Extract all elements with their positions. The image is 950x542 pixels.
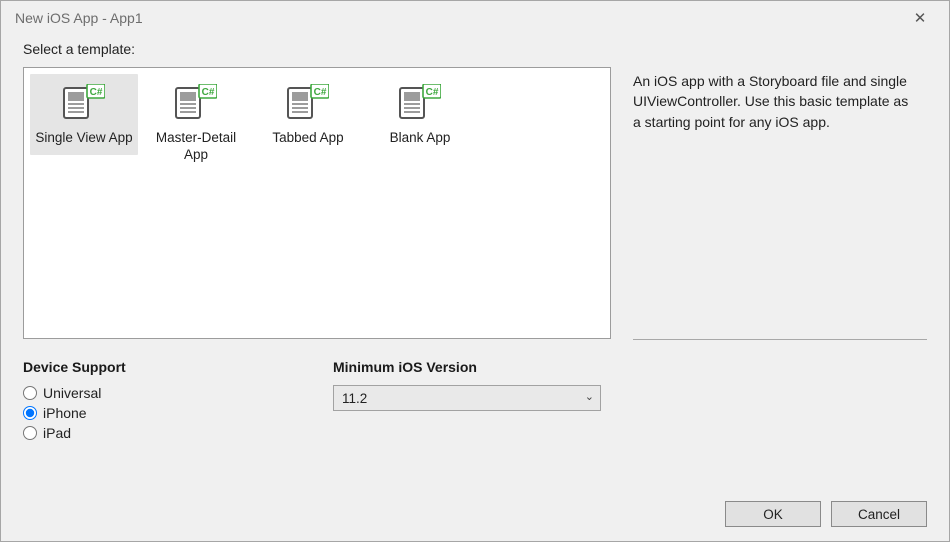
- template-csharp-icon: C#: [399, 84, 441, 120]
- template-csharp-icon: C#: [368, 80, 472, 124]
- device-radio[interactable]: [23, 426, 37, 440]
- template-description: An iOS app with a Storyboard file and si…: [633, 73, 908, 130]
- template-csharp-icon: C#: [175, 84, 217, 120]
- device-option-label: iPad: [43, 425, 71, 441]
- svg-text:C#: C#: [426, 87, 439, 98]
- template-csharp-icon: C#: [144, 80, 248, 124]
- template-csharp-icon: C#: [256, 80, 360, 124]
- svg-text:C#: C#: [202, 87, 215, 98]
- device-option[interactable]: iPad: [23, 425, 333, 441]
- template-item-label: Single View App: [32, 130, 136, 147]
- template-item-label: Master-Detail App: [144, 130, 248, 164]
- device-option-label: iPhone: [43, 405, 87, 421]
- template-description-pane: An iOS app with a Storyboard file and si…: [611, 67, 927, 339]
- device-option-label: Universal: [43, 385, 101, 401]
- device-support-group: Device Support Universal iPhone iPad: [23, 359, 333, 445]
- dialog-window: New iOS App - App1 ✕ Select a template: …: [0, 0, 950, 542]
- ok-button[interactable]: OK: [725, 501, 821, 527]
- min-ios-title: Minimum iOS Version: [333, 359, 927, 375]
- template-item[interactable]: C# Blank App: [366, 74, 474, 155]
- template-item-label: Tabbed App: [256, 130, 360, 147]
- min-ios-group: Minimum iOS Version 11.2 ⌄: [333, 359, 927, 445]
- device-option[interactable]: iPhone: [23, 405, 333, 421]
- device-support-title: Device Support: [23, 359, 333, 375]
- min-ios-dropdown[interactable]: 11.2 ⌄: [333, 385, 601, 411]
- separator: [633, 339, 927, 340]
- close-button[interactable]: ✕: [903, 9, 937, 27]
- template-item[interactable]: C# Single View App: [30, 74, 138, 155]
- device-radio[interactable]: [23, 406, 37, 420]
- options-row: Device Support Universal iPhone iPad Minim…: [23, 359, 927, 445]
- template-list: C# Single View App C# Master-Detail App …: [23, 67, 611, 339]
- template-csharp-icon: C#: [63, 84, 105, 120]
- template-csharp-icon: C#: [287, 84, 329, 120]
- titlebar: New iOS App - App1 ✕: [1, 1, 949, 35]
- chevron-down-icon: ⌄: [585, 390, 594, 403]
- svg-text:C#: C#: [314, 87, 327, 98]
- min-ios-selected: 11.2: [342, 391, 367, 406]
- template-item[interactable]: C# Master-Detail App: [142, 74, 250, 172]
- window-title: New iOS App - App1: [15, 10, 903, 26]
- svg-text:C#: C#: [90, 87, 103, 98]
- template-row: C# Single View App C# Master-Detail App …: [23, 67, 927, 339]
- template-item[interactable]: C# Tabbed App: [254, 74, 362, 155]
- template-item-label: Blank App: [368, 130, 472, 147]
- prompt-label: Select a template:: [23, 41, 927, 57]
- dialog-footer: OK Cancel: [1, 501, 949, 541]
- template-csharp-icon: C#: [32, 80, 136, 124]
- device-radio[interactable]: [23, 386, 37, 400]
- content-area: Select a template: C# Single View App C#…: [1, 35, 949, 501]
- cancel-button[interactable]: Cancel: [831, 501, 927, 527]
- device-option[interactable]: Universal: [23, 385, 333, 401]
